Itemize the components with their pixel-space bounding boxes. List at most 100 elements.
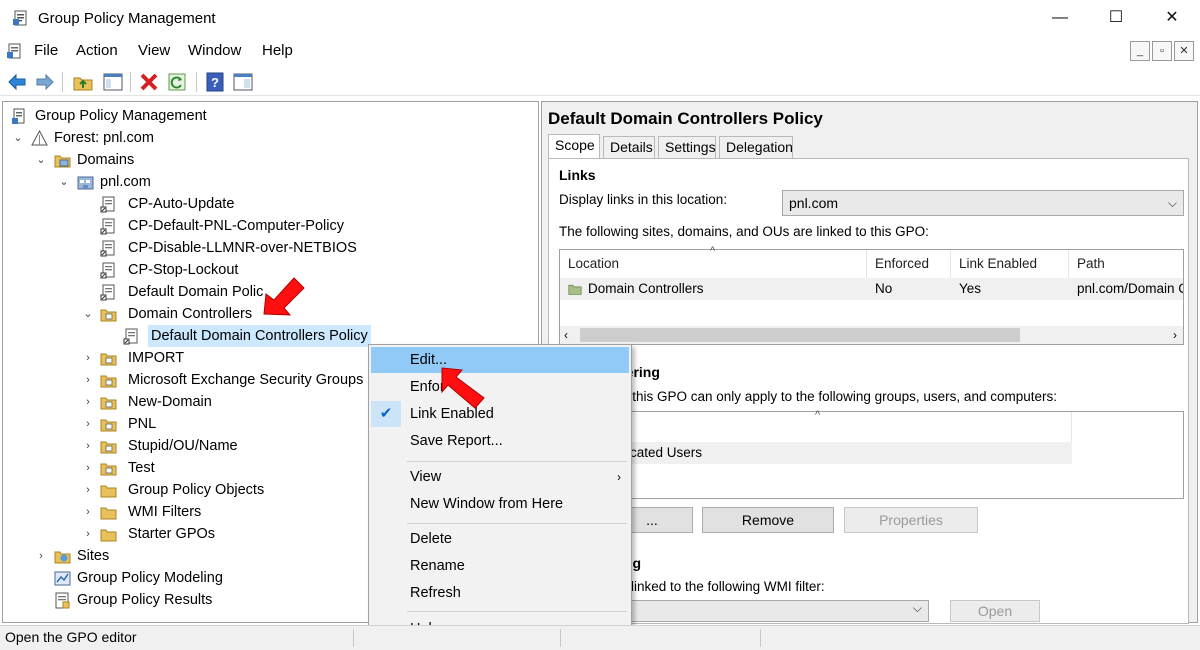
ou-icon bbox=[100, 353, 117, 366]
help-icon[interactable]: ? bbox=[204, 71, 226, 93]
menu-item-save-report[interactable]: Save Report... bbox=[371, 428, 629, 454]
wmi-filter-dropdown[interactable]: ⌵ bbox=[621, 600, 929, 622]
menu-help[interactable]: Help bbox=[262, 42, 293, 59]
wmi-filtering-description: linked to the following WMI filter: bbox=[631, 579, 825, 594]
expand-arrow-icon[interactable]: › bbox=[81, 435, 95, 457]
menu-item-refresh[interactable]: Refresh bbox=[371, 580, 629, 606]
maximize-button[interactable]: ☐ bbox=[1088, 0, 1144, 38]
tree-node-label: Domain Controllers bbox=[128, 306, 253, 322]
show-hide-tree-icon[interactable] bbox=[102, 71, 124, 93]
tree-node-label: Group Policy Modeling bbox=[77, 570, 223, 586]
expand-arrow-icon[interactable]: › bbox=[81, 501, 95, 523]
menu-separator bbox=[407, 611, 627, 612]
collapse-arrow-icon[interactable]: ⌄ bbox=[81, 303, 95, 325]
tree-node-label: Default Domain Polic bbox=[128, 284, 264, 300]
expand-arrow-icon[interactable]: › bbox=[81, 523, 95, 545]
collapse-arrow-icon[interactable]: ⌄ bbox=[34, 149, 48, 171]
up-folder-icon[interactable] bbox=[72, 71, 94, 93]
tab-settings[interactable]: Settings bbox=[658, 136, 716, 158]
sort-indicator-icon: ^ bbox=[815, 409, 821, 421]
expand-arrow-icon[interactable]: › bbox=[81, 347, 95, 369]
tree-node-label: IMPORT bbox=[128, 350, 185, 366]
mdi-controls: _ ▫ ✕ bbox=[1128, 41, 1194, 61]
title-bar: Group Policy Management — ☐ ✕ bbox=[0, 0, 1200, 38]
mdi-restore-button[interactable]: ▫ bbox=[1152, 41, 1172, 61]
ou-icon bbox=[100, 463, 117, 476]
red-arrow-annotation bbox=[263, 277, 305, 316]
expand-arrow-icon[interactable]: › bbox=[81, 413, 95, 435]
cell-enforced: No bbox=[875, 281, 893, 296]
menu-item-new-window[interactable]: New Window from Here bbox=[371, 491, 629, 517]
ou-icon bbox=[100, 397, 117, 410]
modeling-icon bbox=[54, 571, 71, 586]
column-location[interactable]: Location bbox=[560, 250, 867, 278]
scroll-left-icon[interactable]: ‹ bbox=[564, 326, 568, 344]
table-row[interactable]: Domain Controllers No Yes pnl.com/Domain… bbox=[560, 278, 1183, 300]
toolbar: ? bbox=[0, 66, 1200, 96]
tree-node-label: Sites bbox=[77, 548, 110, 564]
display-links-value: pnl.com bbox=[789, 195, 839, 211]
mdi-minimize-button[interactable]: _ bbox=[1130, 41, 1150, 61]
menu-item-rename[interactable]: Rename bbox=[371, 553, 629, 579]
mdi-close-button[interactable]: ✕ bbox=[1174, 41, 1194, 61]
close-button[interactable]: ✕ bbox=[1144, 0, 1200, 38]
tree-node-label: Microsoft Exchange Security Groups bbox=[128, 372, 364, 388]
gpo-link-icon bbox=[100, 240, 115, 257]
collapse-arrow-icon[interactable]: ⌄ bbox=[57, 171, 71, 193]
gpo-link-icon bbox=[100, 218, 115, 235]
ou-icon bbox=[100, 309, 117, 322]
gpo-link-icon bbox=[100, 262, 115, 279]
column-enforced[interactable]: Enforced bbox=[867, 250, 951, 278]
tree-node-label: CP-Disable-LLMNR-over-NETBIOS bbox=[128, 240, 357, 256]
tab-delegation[interactable]: Delegation bbox=[719, 136, 793, 158]
menu-item-edit[interactable]: Edit... bbox=[371, 347, 629, 373]
links-list[interactable]: ^ Location Enforced Link Enabled Path Do… bbox=[559, 245, 1185, 345]
tree-node-label: New-Domain bbox=[128, 394, 212, 410]
open-button[interactable]: Open bbox=[950, 600, 1040, 622]
menu-item-view[interactable]: View bbox=[371, 464, 629, 490]
menu-item-delete[interactable]: Delete bbox=[371, 526, 629, 552]
chevron-down-icon: ⌵ bbox=[1167, 196, 1177, 210]
expand-arrow-icon[interactable]: › bbox=[34, 545, 48, 567]
refresh-icon[interactable] bbox=[166, 71, 188, 93]
security-filtering-list[interactable]: ^ cated Users bbox=[559, 409, 1184, 499]
display-links-dropdown[interactable]: pnl.com ⌵ bbox=[782, 190, 1184, 216]
column-path[interactable]: Path bbox=[1069, 250, 1185, 278]
submenu-arrow-icon: › bbox=[617, 470, 621, 484]
menu-item-enforced[interactable]: Enfor bbox=[371, 374, 629, 400]
expand-arrow-icon[interactable]: › bbox=[81, 479, 95, 501]
tab-details[interactable]: Details bbox=[603, 136, 655, 158]
expand-arrow-icon[interactable]: › bbox=[81, 369, 95, 391]
gpo-title: Default Domain Controllers Policy bbox=[548, 109, 823, 128]
menu-action[interactable]: Action bbox=[76, 42, 118, 59]
table-row[interactable]: cated Users bbox=[560, 442, 1072, 464]
status-bar: Open the GPO editor bbox=[0, 625, 1200, 650]
menu-view[interactable]: View bbox=[138, 42, 170, 59]
column-divider bbox=[1071, 412, 1072, 442]
back-icon[interactable] bbox=[6, 71, 28, 93]
cell-name: cated Users bbox=[630, 445, 703, 460]
tab-scope[interactable]: Scope bbox=[548, 134, 600, 159]
scroll-right-icon[interactable]: › bbox=[1173, 326, 1177, 344]
delete-icon[interactable] bbox=[138, 71, 160, 93]
menu-item-link-enabled[interactable]: Link Enabled bbox=[371, 401, 629, 427]
red-arrow-annotation bbox=[441, 367, 485, 409]
tree-node-label: PNL bbox=[128, 416, 157, 432]
menu-file[interactable]: File bbox=[34, 42, 58, 59]
status-divider bbox=[353, 629, 354, 647]
scrollbar-thumb[interactable] bbox=[580, 328, 1020, 342]
properties-icon[interactable] bbox=[232, 71, 254, 93]
console-icon[interactable] bbox=[6, 42, 24, 60]
horizontal-scrollbar[interactable]: ‹ › bbox=[560, 326, 1183, 344]
menu-window[interactable]: Window bbox=[188, 42, 241, 59]
remove-button[interactable]: Remove bbox=[702, 507, 834, 533]
chevron-down-icon: ⌵ bbox=[912, 601, 922, 615]
collapse-arrow-icon[interactable]: ⌄ bbox=[11, 127, 25, 149]
expand-arrow-icon[interactable]: › bbox=[81, 391, 95, 413]
properties-button[interactable]: Properties bbox=[844, 507, 978, 533]
window-title: Group Policy Management bbox=[38, 10, 216, 27]
forward-icon[interactable] bbox=[34, 71, 56, 93]
column-link-enabled[interactable]: Link Enabled bbox=[951, 250, 1069, 278]
expand-arrow-icon[interactable]: › bbox=[81, 457, 95, 479]
minimize-button[interactable]: — bbox=[1032, 0, 1088, 38]
